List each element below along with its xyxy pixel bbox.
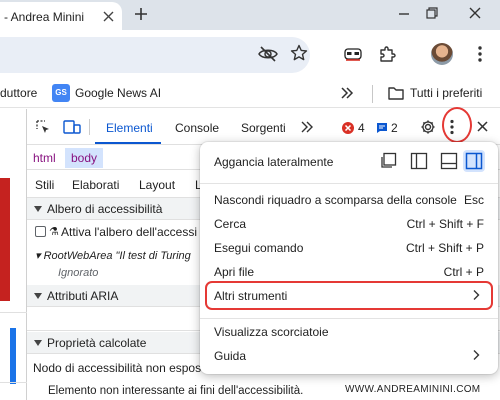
mask-extension-icon[interactable] [344,45,362,63]
browser-toolbar [0,30,500,80]
menu-item-open-file[interactable]: Apri file [214,265,254,279]
restore-icon[interactable] [425,6,439,20]
error-icon[interactable] [342,122,354,134]
bookmark-star-icon[interactable] [290,44,308,62]
inspect-element-icon[interactable] [35,119,51,135]
highlight-circle [442,107,472,143]
profile-avatar[interactable] [431,43,453,65]
dock-bottom-icon[interactable] [440,152,458,170]
tab-title: - Andrea Minini [4,10,85,24]
page-divider [0,382,27,383]
accessibility-node[interactable]: ▾ RootWebArea "Il test di Turing [35,249,191,262]
more-tabs-icon[interactable] [300,121,314,133]
breadcrumb-html[interactable]: html [33,151,56,165]
menu-shortcut: Esc [463,193,484,207]
menu-item-more-tools[interactable]: Altri strumenti [214,289,287,303]
extensions-puzzle-icon[interactable] [378,45,396,63]
node-name: "Il test di Turing [115,250,191,262]
collapse-triangle-icon [34,206,42,212]
message-icon[interactable] [376,122,388,134]
window-close-icon[interactable] [468,6,482,20]
enable-accessibility-tree-checkbox[interactable] [35,226,46,237]
menu-item-hide-console-drawer[interactable]: Nascondi riquadro a scomparsa della cons… [214,193,457,207]
all-bookmarks-folder[interactable]: Tutti i preferiti [410,86,482,100]
page-divider [0,312,27,313]
bookmarks-bar: duttore GS Google News AI Tutti i prefer… [0,80,500,108]
page-content-accent [10,328,16,384]
folder-icon [388,86,404,100]
more-bookmarks-icon[interactable] [340,86,354,100]
enable-accessibility-tree-label: Attiva l'albero dell'accessi [61,225,197,239]
node-ignored-label: Ignorato [58,267,99,279]
active-tab-indicator [95,142,161,144]
section-title: Proprietà calcolate [47,336,147,350]
node-role: RootWebArea [43,250,113,262]
expand-arrow-icon: ▾ [35,250,44,262]
tab-computed[interactable]: Elaborati [72,178,119,192]
menu-separator [200,183,498,184]
bookmarks-divider [372,85,373,103]
devtools-context-menu: Aggancia lateralmente Nascondi riquadro … [200,142,498,374]
computed-status-text: Nodo di accessibilità non espos [33,361,202,375]
section-title: Albero di accessibilità [47,202,163,216]
computed-detail-text: Elemento non interessante ai fini dell'a… [48,385,304,397]
menu-shortcut: Ctrl + Shift + P [405,241,484,255]
chrome-menu-icon[interactable] [477,45,483,63]
chevron-right-icon [472,349,480,361]
tab-elements[interactable]: Elementi [106,121,153,135]
message-count: 2 [391,121,398,135]
chevron-right-icon [472,289,480,301]
browser-tab[interactable]: - Andrea Minini [0,2,122,30]
tab-sources[interactable]: Sorgenti [241,121,286,135]
devtools-close-icon[interactable] [476,120,489,133]
minimize-icon[interactable] [397,7,411,21]
menu-item-run-command[interactable]: Esegui comando [214,241,303,255]
breadcrumb-body[interactable]: body [65,148,104,168]
menu-item-show-shortcuts[interactable]: Visualizza scorciatoie [214,325,329,339]
menu-shortcut: Ctrl + Shift + F [406,217,484,231]
bookmark-google-news[interactable]: Google News AI [75,86,161,100]
undock-icon[interactable] [379,152,397,170]
dock-left-icon[interactable] [410,152,428,170]
collapse-triangle-icon [34,340,42,346]
bookmark-item[interactable]: duttore [0,86,37,100]
tab-console[interactable]: Console [175,121,219,135]
menu-item-help[interactable]: Guida [214,349,246,363]
error-count: 4 [358,121,365,135]
devtools-tab-bar: Elementi Console Sorgenti 4 2 [27,109,500,145]
device-toolbar-icon[interactable] [63,119,81,135]
google-news-icon: GS [52,84,70,102]
collapse-triangle-icon [34,293,42,299]
toolbar-divider [89,119,90,135]
dock-right-icon[interactable] [463,150,485,172]
menu-separator [200,318,498,319]
eye-off-icon[interactable] [258,45,278,63]
flask-icon: ⚗ [49,226,59,238]
section-title: Attributi ARIA [47,289,119,303]
page-content-block [0,178,10,301]
dock-side-label: Aggancia lateralmente [214,155,334,169]
menu-shortcut: Ctrl + P [443,265,484,279]
watermark: WWW.ANDREAMININI.COM [345,384,481,395]
settings-gear-icon[interactable] [420,119,436,135]
tab-styles[interactable]: Stili [35,178,54,192]
tab-layout[interactable]: Layout [139,178,175,192]
tab-close-icon[interactable] [103,11,114,22]
menu-item-search[interactable]: Cerca [214,217,246,231]
new-tab-icon[interactable] [133,6,149,22]
